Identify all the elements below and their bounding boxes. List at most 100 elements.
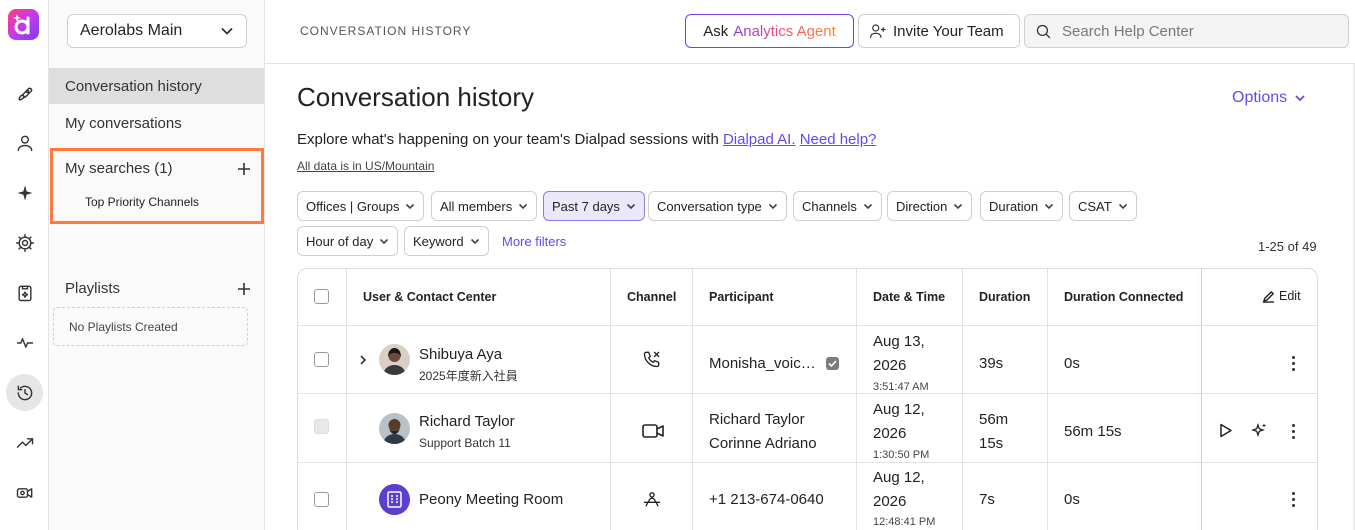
- filter-direction[interactable]: Direction: [887, 191, 973, 221]
- options-menu-button[interactable]: Options: [1232, 89, 1306, 107]
- ai-sparkle-icon[interactable]: [6, 174, 43, 211]
- row-checkbox: [314, 419, 329, 434]
- timezone-note[interactable]: All data is in US/Mountain: [297, 159, 434, 173]
- filter-channels[interactable]: Channels: [793, 191, 882, 221]
- nav-label: My conversations: [65, 114, 182, 132]
- play-icon[interactable]: [1218, 423, 1233, 438]
- filter-hour-of-day[interactable]: Hour of day: [297, 226, 399, 256]
- trending-up-icon[interactable]: [6, 424, 43, 461]
- saved-search-item[interactable]: Top Priority Channels: [85, 195, 199, 209]
- need-help-link[interactable]: Need help?: [800, 131, 877, 148]
- select-all-checkbox[interactable]: [314, 289, 329, 304]
- help-search[interactable]: [1024, 14, 1349, 48]
- user-group: 2025年度新入社員: [419, 369, 518, 383]
- participant-number[interactable]: +1 213-674-0640: [709, 488, 824, 512]
- user-icon[interactable]: [6, 124, 43, 161]
- add-search-plus-icon[interactable]: [237, 162, 251, 176]
- playlists-empty-state: No Playlists Created: [53, 307, 248, 346]
- more-filters-link[interactable]: More filters: [502, 234, 566, 249]
- history-icon[interactable]: [6, 374, 43, 411]
- filter-label: Offices | Groups: [306, 198, 400, 214]
- call-duration: 39s: [979, 355, 1004, 372]
- user-name[interactable]: Shibuya Aya: [419, 346, 502, 363]
- participant-name[interactable]: Monisha_voic…: [709, 352, 816, 376]
- participant-name[interactable]: Corinne Adriano: [709, 432, 817, 456]
- more-options-icon[interactable]: [1292, 492, 1296, 510]
- call-duration-connected: 0s: [1064, 491, 1080, 508]
- edit-columns-button[interactable]: Edit: [1262, 289, 1301, 303]
- filter-label: Keyword: [413, 233, 464, 249]
- filter-label: Duration: [989, 198, 1039, 214]
- filter-keyword[interactable]: Keyword: [404, 226, 489, 256]
- edit-label: Edit: [1279, 289, 1301, 303]
- nav-my-conversations[interactable]: My conversations: [49, 105, 264, 141]
- chevron-down-icon: [863, 203, 873, 210]
- more-options-icon[interactable]: [1292, 356, 1296, 374]
- row-checkbox[interactable]: [314, 492, 329, 507]
- chevron-down-icon: [626, 203, 636, 210]
- conversation-table: User & Contact Center Channel Participan…: [297, 268, 1318, 530]
- participant-name[interactable]: Richard Taylor: [709, 408, 805, 432]
- chevron-down-icon: [1295, 95, 1305, 102]
- missed-call-icon: [642, 349, 662, 372]
- invite-label: Invite Your Team: [893, 22, 1004, 40]
- activity-icon[interactable]: [6, 324, 43, 361]
- search-input[interactable]: [1062, 22, 1332, 40]
- call-duration: 7s: [979, 491, 995, 508]
- filter-all-members[interactable]: All members: [431, 191, 538, 221]
- chevron-down-icon: [221, 27, 233, 35]
- gear-icon[interactable]: [6, 224, 43, 261]
- chevron-down-icon: [1045, 203, 1054, 210]
- chevron-down-icon: [406, 203, 415, 210]
- chevron-right-icon[interactable]: [358, 354, 368, 366]
- meeting-room-avatar: [379, 484, 410, 515]
- filter-csat[interactable]: CSAT: [1069, 191, 1137, 221]
- filter-offices-groups[interactable]: Offices | Groups: [297, 191, 425, 221]
- filter-label: Hour of day: [306, 233, 374, 249]
- user-name[interactable]: Peony Meeting Room: [419, 491, 563, 508]
- chevron-down-icon: [954, 203, 963, 210]
- page-title: Conversation history: [297, 82, 534, 112]
- invite-team-button[interactable]: Invite Your Team: [858, 14, 1020, 48]
- ai-sparkle-icon[interactable]: [1251, 422, 1268, 439]
- workspace-name: Aerolabs Main: [80, 22, 183, 39]
- filter-label: Past 7 days: [552, 198, 620, 214]
- avatar: [379, 413, 410, 444]
- ask-analytics-agent-button[interactable]: Ask Analytics Agent: [685, 14, 854, 48]
- user-group: Support Batch 11: [419, 436, 511, 450]
- intro-text: Explore what's happening on your team's …: [297, 131, 719, 148]
- chevron-down-icon: [380, 238, 389, 245]
- column-header[interactable]: Duration Connected: [1064, 290, 1183, 304]
- workspace-selector[interactable]: Aerolabs Main: [67, 14, 247, 48]
- call-time: 3:51:47 AM: [873, 381, 929, 393]
- rocket-icon[interactable]: [6, 75, 43, 112]
- call-time: 1:30:50 PM: [873, 449, 930, 461]
- dialpad-ai-link[interactable]: Dialpad AI.: [723, 131, 796, 148]
- call-year: 2026: [873, 493, 907, 510]
- column-header[interactable]: User & Contact Center: [363, 290, 496, 304]
- chevron-down-icon: [470, 238, 479, 245]
- my-searches-title: My searches (1): [65, 160, 173, 177]
- nav-conversation-history[interactable]: Conversation history: [49, 68, 264, 104]
- filter-duration[interactable]: Duration: [980, 191, 1064, 221]
- filter-date-range[interactable]: Past 7 days: [543, 191, 645, 221]
- column-header[interactable]: Participant: [709, 290, 774, 304]
- filter-label: CSAT: [1078, 198, 1112, 214]
- column-header[interactable]: Channel: [627, 290, 676, 304]
- row-checkbox[interactable]: [314, 352, 329, 367]
- video-settings-icon[interactable]: [6, 474, 43, 511]
- nav-label: Conversation history: [65, 77, 202, 95]
- meeting-room-icon: [642, 489, 662, 512]
- more-options-icon[interactable]: [1292, 424, 1296, 442]
- add-playlist-plus-icon[interactable]: [237, 282, 251, 296]
- filter-label: Direction: [896, 198, 948, 214]
- column-header[interactable]: Date & Time: [873, 290, 945, 304]
- column-header[interactable]: Duration: [979, 290, 1030, 304]
- chevron-down-icon: [519, 203, 528, 210]
- clipboard-sparkle-icon[interactable]: [6, 274, 43, 311]
- page-intro: Explore what's happening on your team's …: [297, 131, 876, 148]
- ask-label: Ask: [703, 22, 729, 40]
- dialpad-logo[interactable]: [8, 9, 39, 40]
- filter-conversation-type[interactable]: Conversation type: [648, 191, 787, 221]
- user-name[interactable]: Richard Taylor: [419, 413, 515, 430]
